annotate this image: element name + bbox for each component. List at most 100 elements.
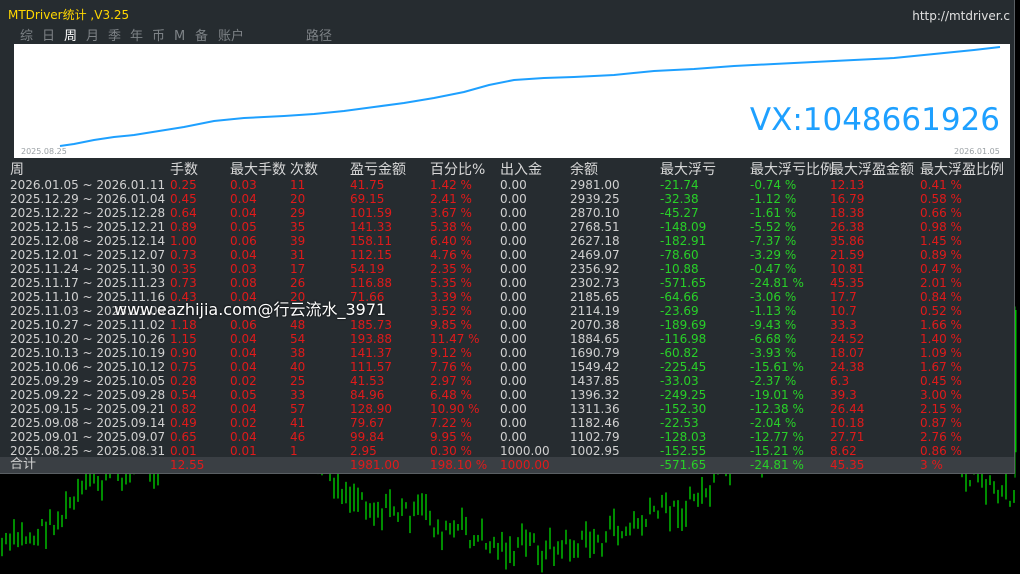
cell-percent: 3.67 % — [430, 206, 472, 220]
cell-lots: 0.25 — [170, 178, 197, 192]
col-header-max-float-profit[interactable]: 最大浮盈金额 — [830, 160, 914, 180]
cell-count: 39 — [290, 234, 306, 248]
table-row: 2025.12.08 ~ 2025.12.14 1.00 0.06 39 158.11 6… — [0, 234, 1014, 248]
cell-max-float-profit-pct: 0.52 % — [920, 304, 962, 318]
col-header-deposit[interactable]: 出入金 — [500, 160, 542, 180]
total-pnl: 1981.00 — [350, 458, 400, 472]
cell-count: 38 — [290, 346, 306, 360]
col-header-max-float-loss-pct[interactable]: 最大浮亏比例 — [750, 160, 834, 180]
cell-max-float-profit-pct: 1.67 % — [920, 360, 962, 374]
cell-pnl: 141.37 — [350, 346, 392, 360]
cell-max-float-loss-pct: -0.47 % — [750, 262, 797, 276]
col-header-max-float-profit-pct[interactable]: 最大浮盈比例 — [920, 160, 1004, 180]
cell-max-float-profit: 26.44 — [830, 402, 865, 416]
cell-max-float-loss: -148.09 — [660, 220, 707, 234]
cell-percent: 9.12 % — [430, 346, 472, 360]
cell-max-float-loss: -152.30 — [660, 402, 707, 416]
tab-account[interactable]: 账户 — [218, 28, 244, 45]
cell-deposit: 0.00 — [500, 206, 527, 220]
cell-max-lots: 0.02 — [230, 416, 257, 430]
website-link[interactable]: http://mtdriver.c — [912, 9, 1010, 23]
cell-pnl: 79.67 — [350, 416, 385, 430]
cell-max-float-profit-pct: 2.76 % — [920, 430, 962, 444]
tab-weekly[interactable]: 周 — [64, 28, 77, 45]
cell-max-float-profit: 26.38 — [830, 220, 865, 234]
cell-deposit: 0.00 — [500, 332, 527, 346]
tab-quarterly[interactable]: 季 — [108, 28, 121, 45]
cell-count: 25 — [290, 374, 306, 388]
total-percent: 198.10 % — [430, 458, 488, 472]
table-row: 2025.11.24 ~ 2025.11.30 0.35 0.03 17 54.19 2.… — [0, 262, 1014, 276]
cell-max-float-loss: -128.03 — [660, 430, 707, 444]
contact-overlay-text: VX:1048661926 — [749, 102, 1000, 138]
cell-max-float-loss: -22.53 — [660, 416, 699, 430]
cell-balance: 1884.65 — [570, 332, 620, 346]
cell-deposit: 0.00 — [500, 262, 527, 276]
cell-balance: 2114.19 — [570, 304, 620, 318]
cell-lots: 0.64 — [170, 206, 197, 220]
col-header-percent[interactable]: 百分比% — [430, 160, 485, 180]
col-header-max-float-loss[interactable]: 最大浮亏 — [660, 160, 716, 180]
cell-lots: 1.00 — [170, 234, 197, 248]
tab-monthly[interactable]: 月 — [86, 28, 99, 45]
cell-max-lots: 0.03 — [230, 262, 257, 276]
cell-max-lots: 0.04 — [230, 402, 257, 416]
tab-m[interactable]: M — [174, 28, 185, 45]
col-header-count[interactable]: 次数 — [290, 160, 318, 180]
cell-max-float-loss: -45.27 — [660, 206, 699, 220]
tab-yearly[interactable]: 年 — [130, 28, 143, 45]
cell-max-float-loss-pct: -15.61 % — [750, 360, 804, 374]
cell-max-float-profit: 10.18 — [830, 416, 865, 430]
cell-lots: 0.73 — [170, 276, 197, 290]
cell-max-float-loss-pct: -3.29 % — [750, 248, 797, 262]
cell-lots: 0.89 — [170, 220, 197, 234]
cell-max-float-loss: -60.82 — [660, 346, 699, 360]
cell-max-float-profit-pct: 3.00 % — [920, 388, 962, 402]
cell-pnl: 116.88 — [350, 276, 392, 290]
cell-balance: 2768.51 — [570, 220, 620, 234]
equity-curve-chart — [14, 44, 1010, 158]
tab-daily[interactable]: 日 — [42, 28, 55, 45]
cell-max-float-profit: 33.3 — [830, 318, 857, 332]
total-deposit: 1000.00 — [500, 458, 550, 472]
cell-max-float-profit: 18.38 — [830, 206, 865, 220]
cell-pnl: 158.11 — [350, 234, 392, 248]
cell-deposit: 0.00 — [500, 360, 527, 374]
cell-percent: 0.30 % — [430, 444, 472, 458]
cell-deposit: 0.00 — [500, 178, 527, 192]
cell-max-float-profit-pct: 0.87 % — [920, 416, 962, 430]
cell-max-float-loss: -21.74 — [660, 178, 699, 192]
cell-max-float-loss: -78.60 — [660, 248, 699, 262]
cell-max-float-loss-pct: -2.04 % — [750, 416, 797, 430]
cell-balance: 2185.65 — [570, 290, 620, 304]
cell-max-float-profit-pct: 0.45 % — [920, 374, 962, 388]
cell-max-lots: 0.04 — [230, 430, 257, 444]
col-header-max-lots[interactable]: 最大手数 — [230, 160, 286, 180]
cell-week: 2025.12.29 ~ 2026.01.04 — [10, 192, 166, 206]
col-header-pnl[interactable]: 盈亏金额 — [350, 160, 406, 180]
tab-summary[interactable]: 综 — [20, 28, 33, 45]
cell-max-float-profit-pct: 0.58 % — [920, 192, 962, 206]
cell-percent: 7.76 % — [430, 360, 472, 374]
cell-max-float-loss: -32.38 — [660, 192, 699, 206]
tab-note[interactable]: 备 — [195, 28, 208, 45]
cell-max-float-loss-pct: -7.37 % — [750, 234, 797, 248]
cell-deposit: 0.00 — [500, 234, 527, 248]
cell-percent: 5.38 % — [430, 220, 472, 234]
cell-max-float-loss-pct: -3.93 % — [750, 346, 797, 360]
table-row: 2025.12.29 ~ 2026.01.04 0.45 0.04 20 69.15 2.… — [0, 192, 1014, 206]
cell-lots: 0.35 — [170, 262, 197, 276]
cell-max-lots: 0.08 — [230, 276, 257, 290]
col-header-lots[interactable]: 手数 — [170, 160, 198, 180]
cell-week: 2025.12.01 ~ 2025.12.07 — [10, 248, 166, 262]
cell-max-float-profit-pct: 1.66 % — [920, 318, 962, 332]
cell-max-float-loss: -23.69 — [660, 304, 699, 318]
table-row: 2025.09.15 ~ 2025.09.21 0.82 0.04 57 128.90 1… — [0, 402, 1014, 416]
col-header-week[interactable]: 周 — [10, 160, 24, 180]
cell-lots: 0.75 — [170, 360, 197, 374]
col-header-balance[interactable]: 余额 — [570, 160, 598, 180]
tab-path[interactable]: 路径 — [306, 28, 332, 45]
tab-currency[interactable]: 币 — [152, 28, 165, 45]
cell-week: 2025.09.22 ~ 2025.09.28 — [10, 388, 166, 402]
table-row: 2025.11.17 ~ 2025.11.23 0.73 0.08 26 116.88 5… — [0, 276, 1014, 290]
